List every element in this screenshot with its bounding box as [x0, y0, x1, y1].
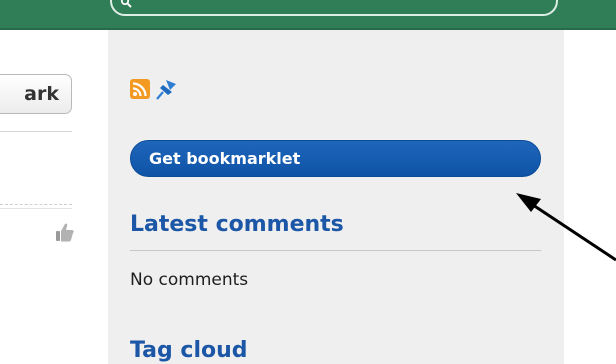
rss-feed-icon[interactable] — [130, 79, 150, 99]
latest-comments-heading: Latest comments — [130, 212, 344, 237]
content-divider — [0, 131, 72, 132]
no-comments-text: No comments — [130, 270, 249, 290]
right-margin — [564, 30, 616, 364]
sidebar: Get bookmarklet Latest comments No comme… — [108, 30, 564, 364]
page: ark Get bookmarklet Latest comments No c… — [0, 0, 616, 364]
main-content-column: ark — [0, 30, 108, 364]
search-input[interactable] — [110, 0, 558, 16]
search-icon — [120, 0, 132, 8]
content-divider — [0, 208, 72, 209]
heading-divider — [130, 250, 541, 251]
top-header-bar — [0, 0, 616, 30]
content-divider — [0, 204, 72, 205]
tag-cloud-heading: Tag cloud — [130, 338, 248, 363]
bookmark-button[interactable]: ark — [0, 74, 72, 114]
get-bookmarklet-button[interactable]: Get bookmarklet — [130, 140, 541, 177]
pin-icon[interactable] — [154, 77, 178, 101]
thumbs-up-icon[interactable] — [54, 221, 76, 243]
